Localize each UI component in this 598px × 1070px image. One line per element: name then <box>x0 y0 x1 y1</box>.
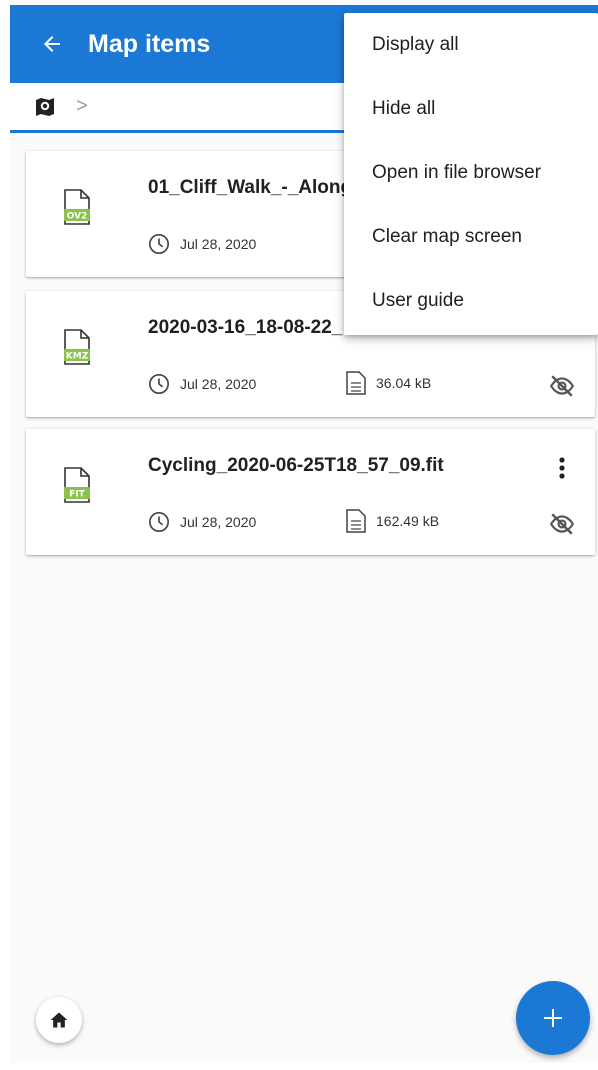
file-name: 2020-03-16_18-08-22_ <box>148 317 343 338</box>
breadcrumb-separator: > <box>76 95 88 117</box>
more-options-button[interactable] <box>549 453 575 483</box>
map-folder-icon <box>36 97 54 116</box>
file-kmz-icon: KMZ <box>64 329 90 365</box>
file-badge: KMZ <box>66 352 89 362</box>
clock-icon <box>149 374 169 394</box>
overflow-menu: Display all Hide all Open in file browse… <box>344 13 598 335</box>
menu-item-hide-all[interactable]: Hide all <box>344 77 598 141</box>
eye-off-icon <box>549 375 575 397</box>
file-badge: FIT <box>69 490 85 500</box>
document-icon <box>346 371 366 395</box>
file-date-text: Jul 28, 2020 <box>180 514 257 530</box>
file-date: Jul 28, 2020 <box>148 233 256 255</box>
home-icon <box>50 1012 68 1028</box>
clock-icon <box>149 234 169 254</box>
file-size: 36.04 kB <box>346 371 431 395</box>
file-card[interactable]: FIT Cycling_2020-06-25T18_57_09.fit Jul … <box>26 429 595 555</box>
file-name: 01_Cliff_Walk_-_Along <box>148 177 353 198</box>
visibility-toggle[interactable] <box>549 511 575 537</box>
visibility-toggle[interactable] <box>549 373 575 399</box>
file-date: Jul 28, 2020 <box>148 373 256 395</box>
page-title: Map items <box>88 29 211 58</box>
file-size-text: 36.04 kB <box>376 375 432 391</box>
file-badge: OV2 <box>67 212 88 222</box>
screen: Map items > OV2 01_Cliff_Walk_-_Along Ju… <box>10 5 598 1063</box>
add-button[interactable] <box>516 981 590 1055</box>
file-date-text: Jul 28, 2020 <box>180 376 257 392</box>
file-date-text: Jul 28, 2020 <box>180 236 257 252</box>
menu-item-user-guide[interactable]: User guide <box>344 269 598 333</box>
back-button[interactable] <box>32 24 72 64</box>
file-ov2-icon: OV2 <box>64 189 90 225</box>
file-size-text: 162.49 kB <box>376 513 440 529</box>
file-name: Cycling_2020-06-25T18_57_09.fit <box>148 455 444 476</box>
arrow-left-icon <box>44 36 60 52</box>
home-button[interactable] <box>36 997 82 1043</box>
menu-item-open-file-browser[interactable]: Open in file browser <box>344 141 598 205</box>
eye-off-icon <box>549 513 575 535</box>
document-icon <box>346 509 366 533</box>
clock-icon <box>149 512 169 532</box>
file-fit-icon: FIT <box>64 467 90 503</box>
more-vert-icon <box>559 457 565 479</box>
breadcrumb-root[interactable] <box>32 94 58 120</box>
plus-icon <box>544 1009 562 1027</box>
file-date: Jul 28, 2020 <box>148 511 256 533</box>
file-size: 162.49 kB <box>346 509 439 533</box>
menu-item-clear-map-screen[interactable]: Clear map screen <box>344 205 598 269</box>
menu-item-display-all[interactable]: Display all <box>344 13 598 77</box>
